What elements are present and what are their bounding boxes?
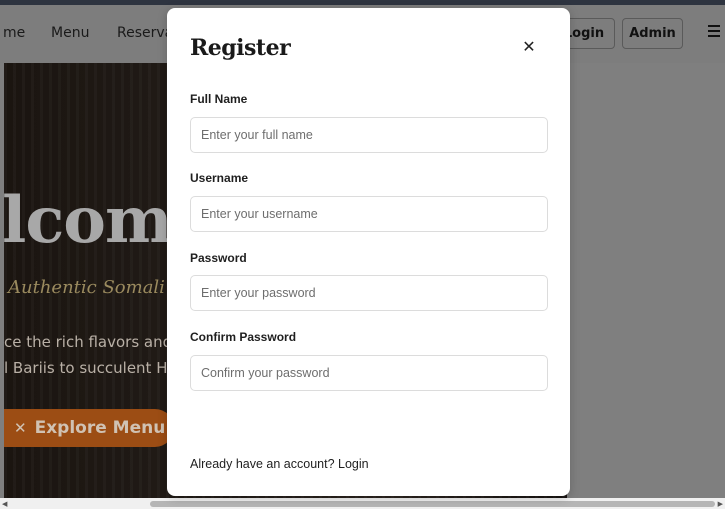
password-input[interactable] (190, 275, 548, 311)
register-modal: Register ✕ Full Name Username Password C… (167, 8, 570, 496)
full-name-label: Full Name (190, 92, 248, 106)
modal-title: Register (190, 35, 291, 61)
login-link[interactable]: Login (338, 457, 369, 471)
scroll-left-arrow-icon[interactable]: ◀ (2, 500, 7, 508)
nav-link-reservations[interactable]: Reserva (117, 25, 173, 41)
confirm-password-input[interactable] (190, 355, 548, 391)
hero-description-line-1: ce the rich flavors and (4, 333, 173, 351)
horizontal-scrollbar[interactable]: ◀ ▶ (0, 498, 725, 509)
close-icon[interactable]: ✕ (521, 39, 537, 55)
full-name-input[interactable] (190, 117, 548, 153)
nav-link-menu[interactable]: Menu (51, 25, 89, 41)
nav-link-home[interactable]: me (3, 25, 25, 41)
overlay-backdrop[interactable] (567, 63, 725, 501)
username-input[interactable] (190, 196, 548, 232)
login-prompt: Already have an account? Login (190, 457, 369, 471)
scrollbar-thumb[interactable] (150, 501, 715, 507)
password-label: Password (190, 251, 247, 265)
admin-button[interactable]: Admin (622, 18, 683, 49)
explore-menu-button[interactable]: ✕ Explore Menu (4, 409, 174, 447)
hero-description-line-2: l Bariis to succulent Hi (4, 359, 172, 377)
explore-menu-label: Explore Menu (34, 418, 166, 438)
scroll-right-arrow-icon[interactable]: ▶ (718, 500, 723, 508)
utensils-icon: ✕ (14, 419, 27, 437)
hamburger-icon[interactable] (708, 25, 720, 37)
confirm-password-label: Confirm Password (190, 330, 297, 344)
username-label: Username (190, 171, 249, 185)
login-prompt-text: Already have an account? (190, 457, 335, 471)
